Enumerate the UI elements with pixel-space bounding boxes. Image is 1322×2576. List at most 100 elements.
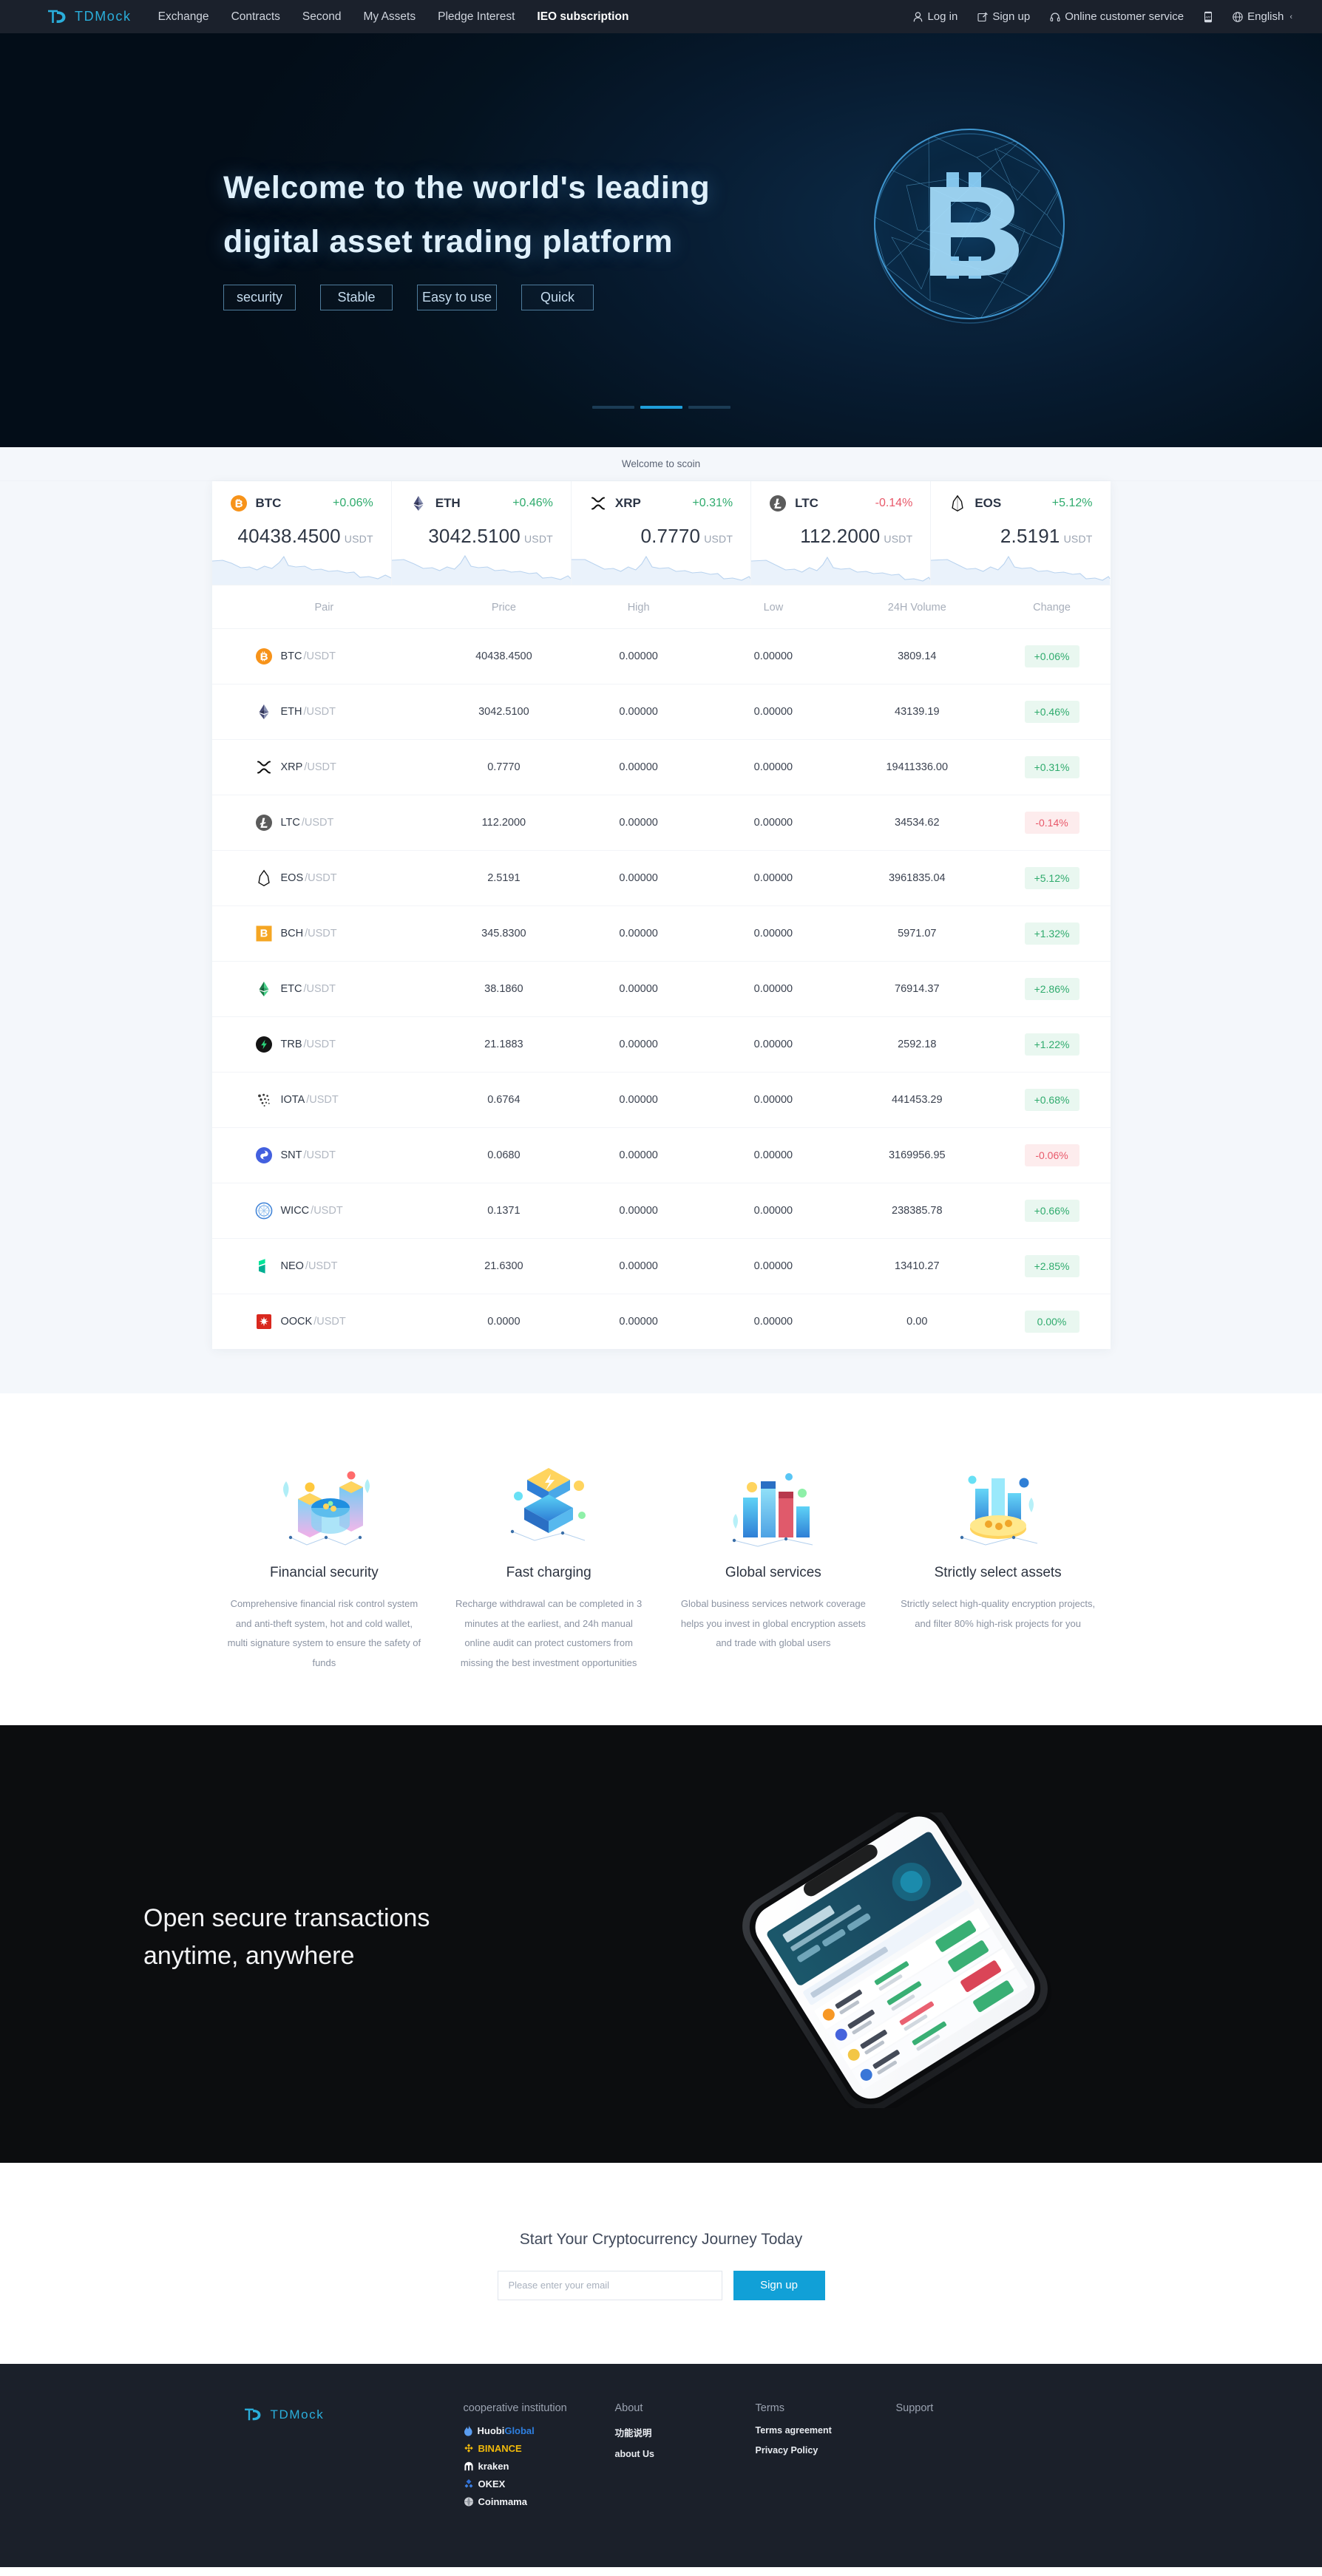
table-row[interactable]: XRP/USDT 0.7770 0.00000 0.00000 19411336.00 +… [211, 739, 1111, 795]
cell-change: +0.06% [993, 628, 1111, 684]
col-header-low[interactable]: Low [705, 585, 841, 629]
cell-high: 0.00000 [571, 1016, 706, 1073]
cell-pair: EOS/USDT [211, 850, 437, 906]
nav-link-ieo-subscription[interactable]: IEO subscription [537, 10, 628, 24]
status-badge: +5.12% [1024, 867, 1079, 889]
ticker-price-unit: USDT [704, 533, 733, 545]
svg-text:APP: APP [1206, 16, 1212, 18]
pair-quote: /USDT [303, 983, 336, 995]
market-table-body: BTC/USDT 40438.4500 0.00000 0.00000 3809.14 +… [211, 628, 1111, 1349]
cell-pair: BTC/USDT [211, 628, 437, 684]
table-row[interactable]: LTC/USDT 112.2000 0.00000 0.00000 34534.62 -0… [211, 795, 1111, 851]
cell-price: 40438.4500 [436, 628, 572, 684]
partner-huobi-global[interactable]: HuobiGlobal [464, 2424, 615, 2436]
partner-okex[interactable]: OKEX [464, 2478, 615, 2490]
global-services-illustration-icon [676, 1451, 871, 1554]
hero-tag-security[interactable]: security [223, 285, 296, 310]
pair-quote: /USDT [303, 650, 336, 662]
table-row[interactable]: SNT/USDT 0.0680 0.00000 0.00000 3169956.95 -0… [211, 1127, 1111, 1183]
table-row[interactable]: EOS/USDT 2.5191 0.00000 0.00000 3961835.04 +5… [211, 850, 1111, 906]
ticker-change: +0.31% [692, 497, 733, 509]
online-customer-service-button[interactable]: Online customer service [1050, 10, 1184, 23]
col-header-change[interactable]: Change [993, 585, 1111, 629]
signup-button[interactable]: Sign up [977, 10, 1030, 23]
table-row[interactable]: TRB/USDT 21.1883 0.00000 0.00000 2592.18 +1.2… [211, 1016, 1111, 1073]
globe-icon [1233, 11, 1243, 22]
cell-volume: 441453.29 [841, 1072, 994, 1128]
cell-volume: 43139.19 [841, 684, 994, 740]
ticker-card-xrp[interactable]: XRP +0.31% 0.7770 USDT [571, 481, 752, 585]
appband-headline: Open secure transactions anytime, anywhe… [143, 1900, 430, 1976]
table-row[interactable]: BCH/USDT 345.8300 0.00000 0.00000 5971.07 +1.… [211, 905, 1111, 962]
status-badge: +1.22% [1024, 1033, 1079, 1056]
footer-column-support: Support [896, 2402, 1037, 2514]
table-row[interactable]: WICC/USDT 0.1371 0.00000 0.00000 238385.78 +0… [211, 1183, 1111, 1239]
carousel-dot-1[interactable] [591, 406, 634, 409]
cell-low: 0.00000 [705, 850, 841, 906]
col-header-pair[interactable]: Pair [211, 585, 437, 629]
nav-link-pledge-interest[interactable]: Pledge Interest [438, 10, 515, 24]
partner-binance[interactable]: BINANCE [464, 2443, 615, 2454]
ticker-symbol: LTC [795, 496, 818, 510]
partner-coinmama[interactable]: Coinmama [464, 2496, 615, 2507]
ticker-card-btc[interactable]: BTC +0.06% 40438.4500 USDT [211, 481, 392, 585]
ticker-card-eos[interactable]: EOS +5.12% 2.5191 USDT [931, 481, 1111, 585]
footer-column-title: Support [895, 2402, 934, 2414]
cell-change: +2.85% [993, 1238, 1111, 1294]
ticker-card-eth[interactable]: ETH +0.46% 3042.5100 USDT [391, 481, 572, 585]
cell-pair: LTC/USDT [211, 795, 437, 851]
user-icon [913, 11, 923, 22]
cell-high: 0.00000 [571, 1072, 706, 1128]
hero-tag-easy-to-use[interactable]: Easy to use [417, 285, 497, 310]
table-row[interactable]: NEO/USDT 21.6300 0.00000 0.00000 13410.27 +2.… [211, 1238, 1111, 1294]
carousel-dot-3[interactable] [688, 406, 731, 409]
cell-pair: ETH/USDT [211, 684, 437, 740]
carousel-dot-2[interactable] [640, 406, 682, 409]
nav-link-exchange[interactable]: Exchange [158, 10, 209, 24]
partner-name: OKEX [478, 2478, 506, 2490]
pair-base: ETH [280, 706, 302, 718]
partner-name: kraken [478, 2460, 509, 2472]
col-header-price[interactable]: Price [436, 585, 572, 629]
status-badge: +1.32% [1024, 922, 1079, 945]
financial-security-illustration-icon [227, 1451, 422, 1554]
partner-kraken[interactable]: kraken [464, 2461, 615, 2472]
nav-link-contracts[interactable]: Contracts [231, 10, 280, 24]
footer-link-about-us[interactable]: about Us [615, 2449, 756, 2459]
hero-tag-stable[interactable]: Stable [320, 285, 393, 310]
coinmama-icon [464, 2496, 474, 2507]
nav-link-my-assets[interactable]: My Assets [363, 10, 416, 24]
table-row[interactable]: IOTA/USDT 0.6764 0.00000 0.00000 441453.29 +0… [211, 1072, 1111, 1128]
brand-logo[interactable]: TDMock [46, 9, 132, 25]
btc-icon [230, 495, 248, 512]
footer-link-feature-description[interactable]: 功能说明 [615, 2425, 756, 2439]
ticker-card-ltc[interactable]: LTC -0.14% 112.2000 USDT [751, 481, 932, 585]
footer-link-privacy-policy[interactable]: Privacy Policy [756, 2445, 896, 2456]
table-row[interactable]: OOCK/USDT 0.0000 0.00000 0.00000 0.00 0.00% [211, 1294, 1111, 1349]
footer-link-terms-agreement[interactable]: Terms agreement [756, 2425, 896, 2436]
table-row[interactable]: ETC/USDT 38.1860 0.00000 0.00000 76914.37 +2.… [211, 961, 1111, 1017]
language-selector[interactable]: English ‹ [1233, 10, 1292, 23]
cell-price: 0.7770 [436, 739, 572, 795]
cell-low: 0.00000 [705, 1127, 841, 1183]
ltc-icon [255, 814, 273, 832]
ticker-price-value: 2.5191 [1000, 525, 1060, 547]
email-input[interactable] [497, 2270, 722, 2300]
bitcoin-wireframe-graphic [847, 104, 1091, 348]
feature-title: Financial security [269, 1565, 379, 1580]
fast-charging-illustration-icon [451, 1451, 646, 1554]
signup-submit-button[interactable]: Sign up [733, 2270, 825, 2300]
table-row[interactable]: ETH/USDT 3042.5100 0.00000 0.00000 43139.19 +… [211, 684, 1111, 740]
status-badge: 0.00% [1024, 1311, 1079, 1333]
wicc-icon [255, 1202, 273, 1220]
eth-icon [255, 703, 273, 721]
col-header-volume[interactable]: 24H Volume [841, 585, 994, 629]
col-header-high[interactable]: High [571, 585, 706, 629]
nav-link-second[interactable]: Second [302, 10, 342, 24]
login-button[interactable]: Log in [913, 10, 957, 23]
footer-logo[interactable]: TDMock [242, 2407, 437, 2423]
hero-tag-quick[interactable]: Quick [521, 285, 594, 310]
ticker-symbol: ETH [435, 496, 461, 510]
mobile-app-button[interactable]: APP [1204, 11, 1213, 23]
table-row[interactable]: BTC/USDT 40438.4500 0.00000 0.00000 3809.14 +… [211, 628, 1111, 684]
